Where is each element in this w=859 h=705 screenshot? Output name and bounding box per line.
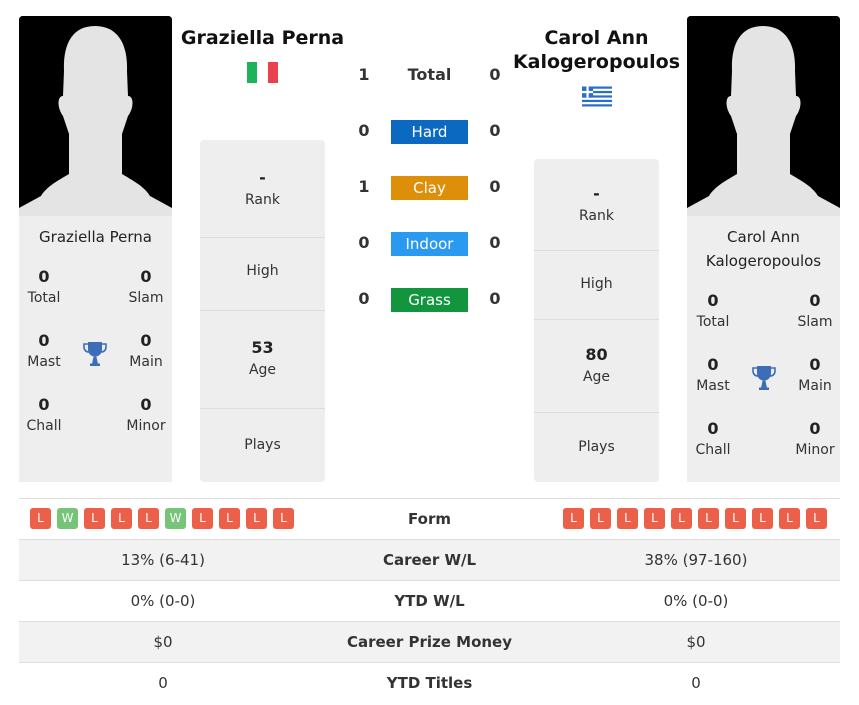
form-loss-badge[interactable]: L (563, 508, 584, 529)
player1-card-name: Graziella Perna (39, 228, 152, 246)
player2-title-chall: 0 Chall (695, 419, 731, 458)
h2h-total-label: Total (407, 65, 452, 84)
player1-info-box: - Rank High 53 Age Plays (200, 140, 325, 482)
trophy-icon (752, 366, 776, 390)
form-win-badge[interactable]: W (165, 508, 186, 529)
form-loss-badge[interactable]: L (30, 508, 51, 529)
player2-photo (687, 16, 840, 216)
player2-title-slam: 0 Slam (797, 291, 833, 330)
player2-age: 80 Age (534, 320, 659, 413)
surface-hard-badge[interactable]: Hard (391, 120, 468, 144)
form-loss-badge[interactable]: L (698, 508, 719, 529)
form-loss-badge[interactable]: L (219, 508, 240, 529)
surface-clay-badge[interactable]: Clay (391, 176, 468, 200)
player2-high: High (534, 251, 659, 320)
player1-rank: - Rank (200, 140, 325, 238)
player1-title-total: 0 Total (27, 267, 61, 306)
player2-ytd-titles: 0 (691, 674, 701, 692)
form-loss-badge[interactable]: L (246, 508, 267, 529)
player1-name[interactable]: Graziella Perna (172, 26, 353, 50)
player1-title-slam: 0 Slam (128, 267, 164, 306)
form-loss-badge[interactable]: L (138, 508, 159, 529)
player1-age: 53 Age (200, 311, 325, 409)
form-label: Form (408, 510, 451, 528)
player2-career-wl: 38% (97-160) (644, 551, 748, 569)
surface-indoor-badge[interactable]: Indoor (391, 232, 468, 256)
form-loss-badge[interactable]: L (84, 508, 105, 529)
player-silhouette-icon (687, 16, 840, 216)
italy-flag-icon (247, 62, 278, 83)
player2-title-main: 0 Main (798, 355, 832, 394)
h2h-indoor-p1: 0 (358, 233, 370, 252)
h2h-clay-p2: 0 (489, 177, 501, 196)
form-loss-badge[interactable]: L (806, 508, 827, 529)
player2-form: LLLLLLLLLL (563, 508, 833, 529)
player1-ytd-titles: 0 (158, 674, 168, 692)
form-loss-badge[interactable]: L (725, 508, 746, 529)
player1-form: LWLLLWLLLL (30, 508, 300, 529)
form-loss-badge[interactable]: L (111, 508, 132, 529)
form-loss-badge[interactable]: L (671, 508, 692, 529)
player2-name-line2: Kalogeropoulos (512, 51, 681, 73)
player1-title-chall: 0 Chall (26, 395, 62, 434)
player1-title-main: 0 Main (129, 331, 163, 370)
player1-career-wl: 13% (6-41) (121, 551, 205, 569)
player2-title-total: 0 Total (696, 291, 730, 330)
player1-card: Graziella Perna 0 Total 0 Slam 0 Mast 0 Main… (19, 216, 172, 482)
form-loss-badge[interactable]: L (273, 508, 294, 529)
player2-title-mast: 0 Mast (696, 355, 730, 394)
player2-plays: Plays (578, 439, 615, 455)
ytd-titles-row: 0 YTD Titles 0 (19, 662, 840, 703)
h2h-indoor-p2: 0 (489, 233, 501, 252)
form-loss-badge[interactable]: L (192, 508, 213, 529)
greece-flag-icon (582, 86, 612, 107)
ytd-wl-label: YTD W/L (394, 592, 465, 610)
form-row: LWLLLWLLLL Form LLLLLLLLLL (19, 498, 840, 539)
player1-ytd-wl: 0% (0-0) (130, 592, 196, 610)
form-loss-badge[interactable]: L (644, 508, 665, 529)
player2-ytd-wl: 0% (0-0) (663, 592, 729, 610)
trophy-icon (83, 342, 107, 366)
player1-plays: Plays (244, 437, 281, 453)
player2-title-minor: 0 Minor (795, 419, 835, 458)
player2-prize-money: $0 (686, 633, 706, 651)
ytd-wl-row: 0% (0-0) YTD W/L 0% (0-0) (19, 580, 840, 621)
career-wl-label: Career W/L (382, 551, 477, 569)
player1-title-mast: 0 Mast (27, 331, 61, 370)
h2h-grass-p1: 0 (358, 289, 370, 308)
h2h-hard-p1: 0 (358, 121, 370, 140)
form-win-badge[interactable]: W (57, 508, 78, 529)
player2-card: Carol Ann Kalogeropoulos 0 Total 0 Slam 0M… (687, 216, 840, 482)
player2-name-line1: Carol Ann (544, 27, 649, 49)
form-loss-badge[interactable]: L (779, 508, 800, 529)
form-loss-badge[interactable]: L (617, 508, 638, 529)
player2-name[interactable]: Carol Ann Kalogeropoulos (506, 26, 687, 74)
player1-title-minor: 0 Minor (126, 395, 166, 434)
player1-prize-money: $0 (153, 633, 173, 651)
career-wl-row: 13% (6-41) Career W/L 38% (97-160) (19, 539, 840, 580)
player1-high: High (200, 238, 325, 311)
prize-money-label: Career Prize Money (346, 633, 512, 651)
h2h-clay-p1: 1 (358, 177, 370, 196)
surface-grass-badge[interactable]: Grass (391, 288, 468, 312)
prize-money-row: $0 Career Prize Money $0 (19, 621, 840, 662)
player2-card-name: Carol Ann Kalogeropoulos (705, 228, 822, 270)
player1-photo (19, 16, 172, 216)
form-loss-badge[interactable]: L (590, 508, 611, 529)
player-silhouette-icon (19, 16, 172, 216)
h2h-grass-p2: 0 (489, 289, 501, 308)
h2h-hard-p2: 0 (489, 121, 501, 140)
player2-info-box: - Rank High 80 Age Plays (534, 159, 659, 482)
ytd-titles-label: YTD Titles (386, 674, 473, 692)
h2h-total-p1: 1 (358, 65, 370, 84)
player2-rank: - Rank (534, 159, 659, 251)
form-loss-badge[interactable]: L (752, 508, 773, 529)
